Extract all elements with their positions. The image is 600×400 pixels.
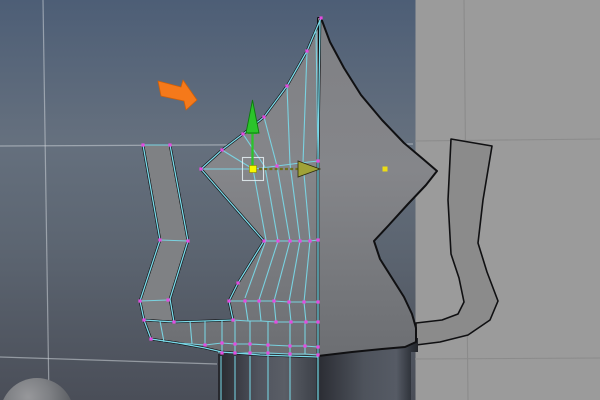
mesh-vertex[interactable] [272,299,276,303]
mesh-vertex[interactable] [316,300,320,304]
mesh-vertex[interactable] [303,344,307,348]
mirror-side-vertex-marker[interactable] [382,166,388,172]
mesh-vertex[interactable] [199,167,203,171]
mesh-vertex[interactable] [220,341,224,345]
mesh-vertex[interactable] [236,281,240,285]
mesh-vertex[interactable] [262,115,266,119]
mesh-vertex[interactable] [243,299,247,303]
mesh-vertex[interactable] [276,239,280,243]
mesh-vertex[interactable] [288,344,292,348]
mesh-vertex[interactable] [285,84,289,88]
mesh-vertex[interactable] [304,320,308,324]
mesh-vertex[interactable] [316,238,320,242]
mesh-vertex[interactable] [166,298,170,302]
mesh-vertex[interactable] [288,239,292,243]
mesh-vertex[interactable] [220,148,224,152]
viewport-canvas[interactable] [0,0,600,400]
mesh-vertex[interactable] [266,343,270,347]
selected-vertex[interactable] [249,165,257,173]
mesh-vertex[interactable] [220,351,224,355]
mesh-vertex[interactable] [316,353,320,357]
mesh-vertex[interactable] [287,300,291,304]
mesh-vertex[interactable] [158,238,162,242]
mesh-vertex[interactable] [316,320,320,324]
mesh-vertex[interactable] [319,16,323,20]
pedestal-left[interactable] [218,354,320,400]
mesh-vertex[interactable] [168,143,172,147]
mesh-vertex[interactable] [302,300,306,304]
mesh-vertex[interactable] [257,299,261,303]
mesh-vertex[interactable] [316,345,320,349]
mesh-vertex[interactable] [227,299,231,303]
mesh-vertex[interactable] [248,342,252,346]
mesh-vertex[interactable] [241,132,245,136]
mesh-vertex[interactable] [141,143,145,147]
mesh-vertex[interactable] [308,239,312,243]
mesh-vertex[interactable] [266,351,270,355]
mesh-vertex[interactable] [203,343,207,347]
mesh-vertex[interactable] [233,351,237,355]
mesh-vertex[interactable] [275,164,279,168]
mesh-vertex[interactable] [298,239,302,243]
mesh-vertex[interactable] [138,299,142,303]
mesh-vertex[interactable] [316,159,320,163]
mesh-vertex[interactable] [149,337,153,341]
mesh-vertex[interactable] [289,320,293,324]
mesh-vertex[interactable] [288,352,292,356]
mesh-vertex[interactable] [233,342,237,346]
mesh-vertex[interactable] [274,320,278,324]
mesh-vertex[interactable] [172,320,176,324]
mesh-vertex[interactable] [305,49,309,53]
mesh-vertex[interactable] [142,318,146,322]
mesh-vertex[interactable] [186,239,190,243]
mesh-vertex[interactable] [262,239,266,243]
mesh-vertex[interactable] [231,318,235,322]
maya-viewport[interactable] [0,0,600,400]
mesh-vertex[interactable] [248,351,252,355]
